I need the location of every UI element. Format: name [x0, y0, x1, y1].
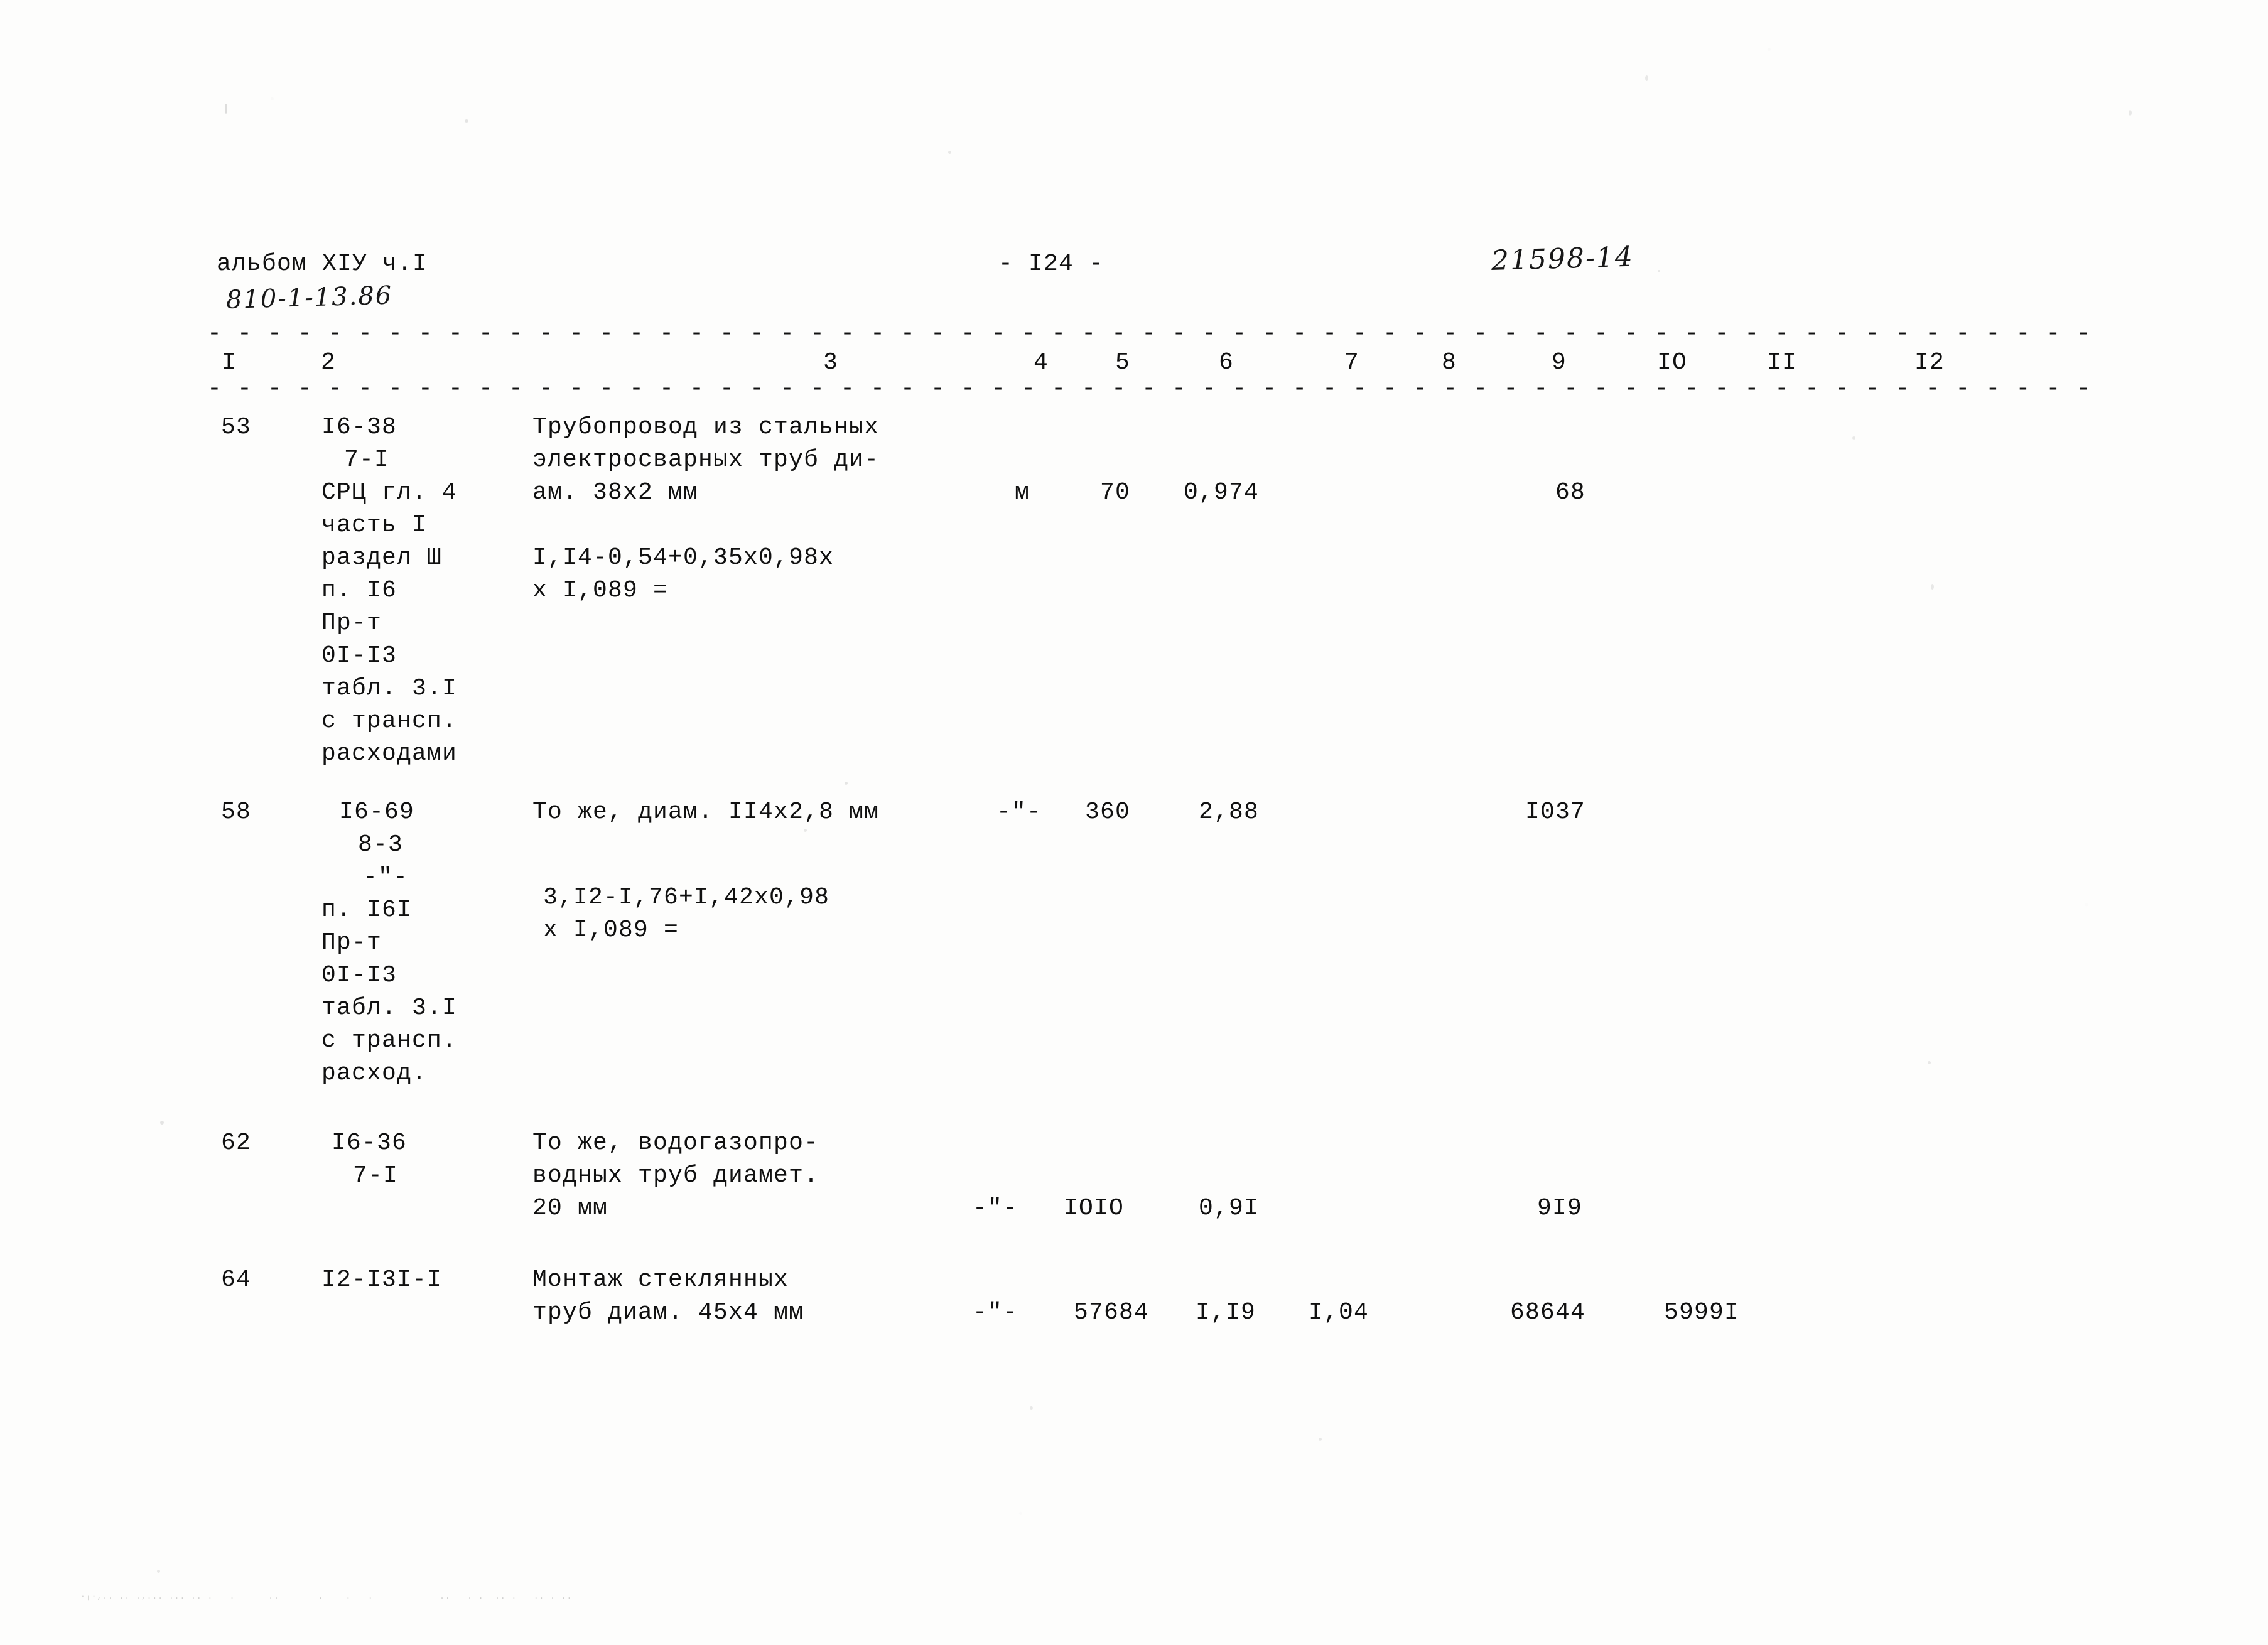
table-rule-bottom: - - - - - - - - - - - - - - - - - - - - … [207, 375, 2092, 402]
row-norm-code-line: 7-I [344, 446, 390, 473]
scan-speck [804, 829, 807, 832]
scan-speck [1645, 75, 1648, 81]
scan-speck [948, 151, 951, 154]
row-position-number: 53 [221, 414, 252, 441]
row-norm-code-line: СРЦ гл. 4 [321, 479, 458, 506]
scan-speck [1852, 436, 1855, 440]
album-code-handwritten: 810-1-13.86 [225, 281, 393, 315]
row-description-line: То же, водогазопро- [532, 1130, 819, 1157]
row-norm-code-line: расходами [321, 740, 458, 767]
row-formula-line: I,I4-0,54+0,35х0,98х [532, 544, 834, 571]
row-norm-code-line: I6-69 [339, 799, 415, 826]
scan-speck [1030, 1406, 1033, 1410]
row-position-number: 62 [221, 1130, 252, 1157]
column-header-5: 5 [1115, 349, 1130, 376]
row-quantity: IOIO [1063, 1195, 1124, 1222]
row-unit: -"- [972, 1299, 1018, 1326]
row-unit: м [1014, 479, 1030, 506]
row-description-line: Монтаж стеклянных [532, 1266, 789, 1293]
scan-speck [1658, 270, 1660, 272]
row-total-cost: 9I9 [1536, 1195, 1582, 1222]
column-header-8: 8 [1441, 349, 1457, 376]
row-norm-code-line: 0I-I3 [321, 962, 397, 989]
row-quantity: 57684 [1073, 1299, 1149, 1326]
row-norm-code-line: расход. [321, 1060, 428, 1087]
scan-speck [465, 119, 468, 123]
row-total-cost: 68 [1555, 479, 1585, 506]
row-norm-code-line: I6-38 [321, 414, 397, 441]
row-unit: -"- [996, 799, 1042, 826]
row-norm-code-line: -"- [363, 864, 409, 891]
page-number: - I24 - [998, 251, 1104, 278]
row-description-line: труб диам. 45х4 мм [532, 1299, 804, 1326]
scan-speck [2129, 110, 2132, 116]
row-description-line: ам. 38х2 мм [532, 479, 699, 506]
table-rule-top: - - - - - - - - - - - - - - - - - - - - … [207, 320, 2092, 347]
row-unit-price: 2,88 [1198, 799, 1259, 826]
scan-speck [1928, 1061, 1931, 1064]
row-total-cost: 68644 [1509, 1299, 1585, 1326]
row-description-line: водных труб диамет. [532, 1162, 819, 1189]
row-norm-code-line: I2-I3I-I [321, 1266, 443, 1293]
row-norm-code-line: с трансп. [321, 1027, 458, 1054]
row-norm-code-line: I6-36 [332, 1130, 408, 1157]
row-norm-code-line: 7-I [353, 1162, 399, 1189]
scan-speck [157, 1570, 160, 1573]
column-header-1: I [221, 349, 237, 376]
column-header-11: II [1766, 349, 1797, 376]
row-norm-code-line: 0I-I3 [321, 642, 397, 669]
scanned-page: альбом ХIУ ч.I 810-1-13.86 - I24 - 21598… [0, 0, 2268, 1645]
row-norm-code-line: раздел Ш [321, 544, 443, 571]
column-header-6: 6 [1218, 349, 1234, 376]
row-norm-code-line: Пр-т [321, 929, 382, 956]
column-header-4: 4 [1033, 349, 1049, 376]
row-col10-value: 5999I [1663, 1299, 1739, 1326]
column-header-10: IO [1656, 349, 1687, 376]
row-norm-code-line: с трансп. [321, 708, 458, 735]
scan-speck [225, 104, 227, 114]
row-coefficient: I,04 [1308, 1299, 1369, 1326]
column-header-9: 9 [1551, 349, 1567, 376]
row-formula-line: х I,089 = [532, 577, 669, 604]
column-header-12: I2 [1914, 349, 1945, 376]
row-position-number: 58 [221, 799, 252, 826]
album-label: альбом ХIУ ч.I [217, 251, 428, 278]
scan-speck [845, 782, 848, 785]
column-header-2: 2 [320, 349, 336, 376]
row-norm-code-line: табл. 3.I [321, 675, 458, 702]
row-formula-line: 3,I2-I,76+I,42х0,98 [543, 884, 830, 911]
row-quantity: 360 [1084, 799, 1130, 826]
row-description-line: Трубопровод из стальных [532, 414, 880, 441]
stamp-number-handwritten: 21598-14 [1491, 240, 1634, 277]
row-norm-code-line: п. I6 [321, 577, 397, 604]
row-description-line: электросварных труб ди- [532, 446, 880, 473]
row-quantity: 70 [1099, 479, 1130, 506]
scan-speck [1931, 584, 1934, 590]
row-unit-price: I,I9 [1195, 1299, 1256, 1326]
row-total-cost: I037 [1525, 799, 1585, 826]
row-norm-code-line: п. I6I [321, 897, 413, 924]
row-unit-price: 0,974 [1183, 479, 1259, 506]
scan-speck [160, 1121, 164, 1125]
row-formula-line: х I,089 = [543, 917, 679, 944]
row-norm-code-line: 8-3 [358, 831, 404, 858]
row-description-line: То же, диам. II4х2,8 мм [532, 799, 880, 826]
row-norm-code-line: Пр-т [321, 610, 382, 637]
row-unit-price: 0,9I [1198, 1195, 1259, 1222]
row-norm-code-line: часть I [321, 512, 428, 539]
row-description-line: 20 мм [532, 1195, 608, 1222]
column-header-7: 7 [1344, 349, 1359, 376]
scan-debris-bottom: ·╷·,.. .. .,... ... .. . . .. . . . .. .… [80, 1592, 573, 1601]
scan-speck [1319, 1438, 1322, 1441]
row-norm-code-line: табл. 3.I [321, 995, 458, 1022]
row-position-number: 64 [221, 1266, 252, 1293]
row-unit: -"- [972, 1195, 1018, 1222]
column-header-3: 3 [823, 349, 838, 376]
